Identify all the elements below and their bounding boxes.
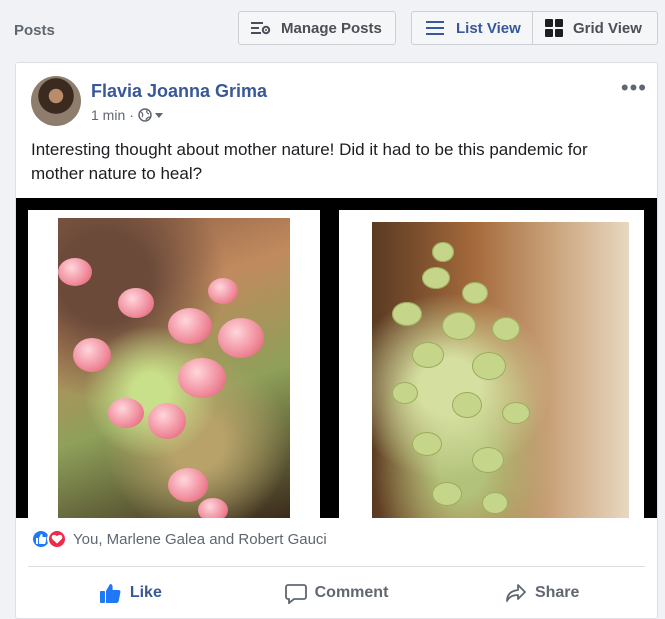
privacy-dropdown-icon[interactable] <box>154 112 163 118</box>
manage-settings-icon <box>251 20 271 36</box>
comment-label: Comment <box>314 584 389 601</box>
share-button[interactable]: Share <box>439 575 645 611</box>
posts-heading: Posts <box>14 22 55 39</box>
post-message: Interesting thought about mother nature!… <box>31 140 588 183</box>
grid-view-button[interactable]: Grid View <box>532 11 658 45</box>
love-reaction-icon <box>47 529 67 549</box>
globe-icon[interactable] <box>138 108 152 122</box>
photo-frame-right[interactable] <box>339 210 644 518</box>
photo-frame-left[interactable] <box>28 210 320 518</box>
author-avatar[interactable] <box>31 76 81 126</box>
begonia-photo <box>58 218 290 518</box>
comment-icon <box>284 582 307 604</box>
thumbs-up-icon <box>99 583 122 603</box>
post-photos <box>16 198 657 518</box>
weed-flower-photo <box>372 222 629 518</box>
list-icon <box>426 20 446 36</box>
manage-posts-label: Manage Posts <box>281 19 382 37</box>
meta-separator: · <box>129 107 134 123</box>
manage-posts-button[interactable]: Manage Posts <box>238 11 396 45</box>
post-timestamp[interactable]: 1 min <box>91 107 125 123</box>
share-icon <box>505 583 527 603</box>
list-view-label: List View <box>456 19 521 37</box>
post-card: Flavia Joanna Grima 1 min · ••• Interest… <box>15 62 658 619</box>
post-meta: 1 min · <box>91 107 163 123</box>
post-actions: Like Comment Share <box>28 575 645 611</box>
actions-divider <box>28 566 645 567</box>
list-view-button[interactable]: List View <box>411 11 533 45</box>
like-button[interactable]: Like <box>28 575 234 611</box>
posts-toolbar: Posts Manage Posts List View Grid View <box>0 0 665 60</box>
reactions-summary[interactable]: You, Marlene Galea and Robert Gauci <box>31 529 327 549</box>
reactions-names[interactable]: You, Marlene Galea and Robert Gauci <box>73 531 327 548</box>
author-name[interactable]: Flavia Joanna Grima <box>91 81 267 102</box>
like-label: Like <box>129 584 162 601</box>
share-label: Share <box>534 584 580 601</box>
grid-view-label: Grid View <box>573 19 642 37</box>
grid-icon <box>545 19 563 37</box>
more-options-icon[interactable]: ••• <box>621 75 647 101</box>
comment-button[interactable]: Comment <box>234 575 440 611</box>
